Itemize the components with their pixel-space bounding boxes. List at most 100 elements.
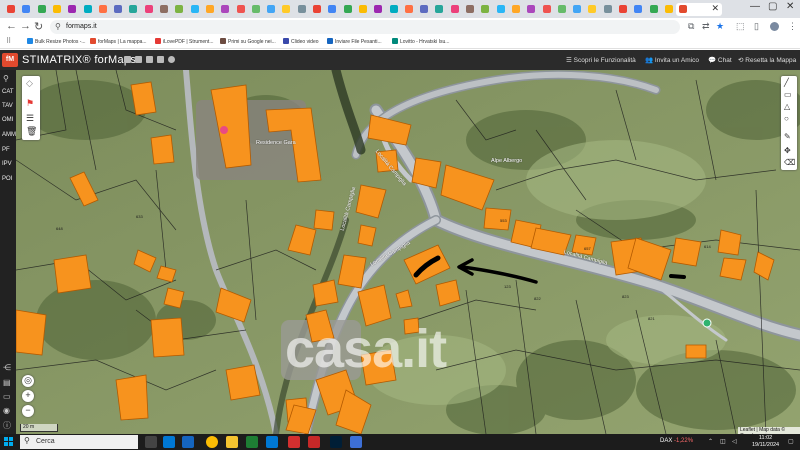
browser-tab[interactable] [279, 3, 294, 16]
parcel[interactable] [483, 207, 512, 231]
parcel[interactable] [312, 279, 339, 307]
features-link[interactable]: ☰ Scopri le Funzionalità [566, 56, 636, 64]
stock-ticker[interactable]: DAX -1,22% [660, 438, 693, 444]
browser-tab[interactable] [81, 3, 96, 16]
menu-icon[interactable]: ⋮ [788, 21, 797, 32]
draw-polygon-icon[interactable]: △ [784, 102, 790, 111]
url-field[interactable]: ⚲ formaps.it [50, 20, 680, 34]
browser-tab[interactable] [647, 3, 662, 16]
browser-tab[interactable] [417, 3, 432, 16]
bookmark-star-icon[interactable]: ★ [716, 21, 724, 32]
eye-icon[interactable]: ◉ [3, 406, 10, 415]
sidebar-item-poi[interactable]: POI [2, 176, 12, 182]
browser-tab[interactable] [524, 3, 539, 16]
browser-tab[interactable] [662, 3, 677, 16]
outlook-icon[interactable] [163, 436, 175, 448]
browser-tab[interactable] [387, 3, 402, 16]
windows-start-icon[interactable] [4, 437, 14, 447]
extension-icon[interactable]: ⧉ [688, 21, 694, 32]
app-icon[interactable] [308, 436, 320, 448]
browser-tab[interactable] [188, 3, 203, 16]
site-info-icon[interactable]: ⚲ [55, 22, 61, 31]
location-pin-icon[interactable]: ⚑ [26, 98, 34, 109]
browser-tab[interactable] [371, 3, 386, 16]
poi-marker[interactable] [702, 318, 712, 328]
parcel[interactable] [225, 364, 261, 401]
formaps-logo[interactable]: fM [2, 53, 18, 67]
browser-tab[interactable] [218, 3, 233, 16]
profile-avatar[interactable] [770, 22, 779, 31]
browser-tab[interactable] [601, 3, 616, 16]
bookmark-item[interactable]: Clideo video [283, 38, 319, 45]
bookmark-item[interactable]: Lovitto - Hrvatski Isu... [392, 38, 449, 45]
reload-icon[interactable]: ↻ [34, 20, 43, 33]
sidebar-item-ipv[interactable]: IPV [2, 161, 12, 167]
zoom-in-button[interactable]: + [22, 390, 34, 402]
parcel[interactable] [717, 229, 742, 256]
browser-tab[interactable] [402, 3, 417, 16]
close-window-button[interactable]: ✕ [786, 1, 794, 12]
sidebar-item-omi[interactable]: OMI [2, 117, 13, 123]
info-icon[interactable]: ⓘ [3, 420, 11, 431]
browser-tab[interactable] [540, 3, 555, 16]
parcel[interactable] [685, 344, 707, 359]
edit-icon[interactable]: ✎ [784, 132, 791, 141]
tray-chevron-icon[interactable]: ⌃ [708, 438, 713, 445]
notification-icon[interactable]: ▢ [788, 438, 794, 445]
photoshop-icon[interactable] [330, 436, 342, 448]
browser-tab[interactable] [203, 3, 218, 16]
browser-tab[interactable] [570, 3, 585, 16]
chrome-icon[interactable] [206, 436, 218, 448]
maximize-button[interactable]: ▢ [768, 1, 777, 12]
youtube-icon[interactable] [146, 56, 153, 63]
parcel[interactable] [671, 237, 702, 267]
photos-icon[interactable] [350, 436, 362, 448]
word-icon[interactable] [182, 436, 194, 448]
minimize-button[interactable]: — [750, 1, 760, 12]
sidebar-item-tav[interactable]: TAV [2, 103, 13, 109]
sidepanel-icon[interactable]: ▯ [754, 21, 759, 32]
bookmark-item[interactable]: Primi su Google nei... [220, 38, 276, 45]
instagram-icon[interactable] [157, 56, 164, 63]
forward-icon[interactable]: → [20, 20, 31, 32]
translate-icon[interactable]: ⇄ [702, 21, 710, 32]
parcel[interactable] [53, 254, 92, 294]
sidebar-item-amm[interactable]: AMM [2, 132, 16, 138]
web-icon[interactable] [168, 56, 175, 63]
browser-tab[interactable] [157, 3, 172, 16]
browser-tab[interactable] [234, 3, 249, 16]
draw-circle-icon[interactable]: ○ [784, 114, 789, 123]
draw-rectangle-icon[interactable]: ▭ [784, 90, 792, 99]
search-icon[interactable]: ⚲ [3, 74, 9, 83]
move-icon[interactable]: ✥ [784, 146, 791, 155]
store-icon[interactable] [266, 436, 278, 448]
linkedin-icon[interactable] [135, 56, 142, 63]
poi-marker[interactable] [220, 126, 228, 134]
browser-tab[interactable] [509, 3, 524, 16]
share-icon[interactable]: ⋲ [3, 363, 11, 372]
layers-icon[interactable]: ◇ [26, 78, 33, 89]
browser-tab[interactable] [631, 3, 646, 16]
bookmark-item[interactable]: iLovePDF | Strument... [155, 38, 213, 45]
browser-tab[interactable] [142, 3, 157, 16]
print-icon[interactable]: ▤ [3, 378, 11, 387]
taskbar-search[interactable]: ⚲ Cerca [20, 435, 138, 449]
browser-tab[interactable] [555, 3, 570, 16]
browser-tab[interactable] [325, 3, 340, 16]
browser-tab[interactable] [341, 3, 356, 16]
browser-tab[interactable] [249, 3, 264, 16]
folder-icon[interactable]: ▭ [3, 392, 11, 401]
back-icon[interactable]: ← [6, 20, 17, 32]
parcel[interactable] [719, 257, 747, 281]
browser-tab[interactable] [356, 3, 371, 16]
browser-tab[interactable] [478, 3, 493, 16]
browser-tab[interactable] [126, 3, 141, 16]
volume-icon[interactable]: ◁ [732, 438, 737, 445]
zoom-out-button[interactable]: − [22, 405, 34, 417]
apps-grid-icon[interactable]: ⠿ [6, 37, 11, 45]
browser-tab[interactable] [172, 3, 187, 16]
task-view-icon[interactable] [145, 436, 157, 448]
system-clock[interactable]: 11:02 19/11/2024 [752, 435, 779, 449]
bookmark-item[interactable]: Inviare File Pesanti... [327, 38, 382, 45]
parcel[interactable] [150, 317, 185, 358]
